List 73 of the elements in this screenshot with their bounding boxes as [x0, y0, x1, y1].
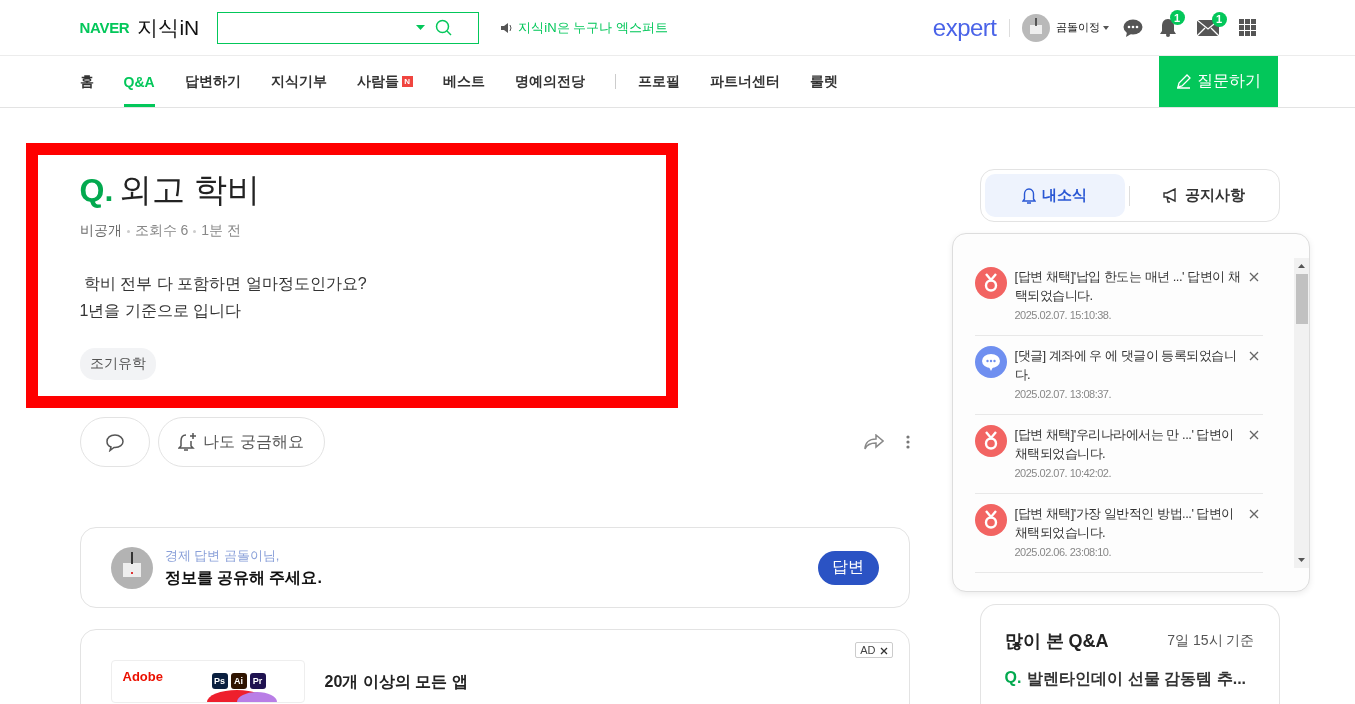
popular-question-link[interactable]: 발렌타인데이 선물 감동템 추... — [1027, 669, 1247, 690]
notification-time: 2025.02.07. 13:08:37. — [1014, 387, 1113, 402]
side-tab[interactable]: 공지사항 — [1134, 174, 1275, 217]
question-mark-label: Q. — [1004, 669, 1022, 688]
pencil-icon — [1175, 74, 1191, 89]
comment-button[interactable] — [79, 417, 150, 467]
avatar-icon — [110, 546, 153, 589]
chat-icon[interactable] — [1122, 18, 1143, 37]
speech-bubble-icon — [104, 432, 125, 452]
tag-chip[interactable]: 조기유학 — [79, 348, 156, 380]
question-body-line: 1년을 기준으로 입니다 — [79, 301, 243, 321]
notification-time: 2025.02.06. 23:08:10. — [1014, 545, 1113, 560]
new-badge: N — [401, 76, 413, 87]
service-logo[interactable]: 지식iN — [137, 13, 200, 42]
scrollbar-thumb[interactable] — [1295, 274, 1308, 324]
close-icon[interactable] — [1248, 351, 1259, 361]
answer-button[interactable]: 답변 — [817, 550, 879, 585]
question-title: 외고 학비 — [119, 169, 261, 210]
nav-tab[interactable]: 프로필 — [637, 56, 680, 107]
app-icon: Pr — [249, 673, 266, 689]
ad-image[interactable]: Adobe Ps Ai Pr — [110, 660, 305, 703]
nav-tab[interactable]: 홈 — [79, 56, 94, 107]
close-icon[interactable] — [1248, 430, 1259, 440]
nav-tab[interactable]: 파트너센터 — [709, 56, 780, 107]
expert-logo[interactable]: expert — [932, 13, 997, 42]
popular-title: 많이 본 Q&A — [1004, 630, 1109, 653]
ad-headline[interactable]: 20개 이상의 모든 앱 — [324, 672, 468, 693]
scrollbar[interactable] — [1293, 258, 1309, 568]
notification-text[interactable]: [답변 채택]'가장 일반적인 방법...' 답변이 채택되었습니다. — [1014, 504, 1241, 542]
medal-icon — [974, 504, 1007, 536]
question-body-line: 학비 전부 다 포함하면 얼마정도인가요? — [82, 274, 368, 294]
app-icon: Ai — [230, 673, 247, 689]
mail-badge: 1 — [1211, 11, 1227, 27]
nav-tab[interactable]: 사람들 N — [356, 56, 413, 107]
app-icon: Ps — [211, 673, 228, 689]
side-tab[interactable]: 내소식 — [984, 174, 1125, 217]
nav-tab[interactable]: 답변하기 — [184, 56, 241, 107]
notification-badge: 1 — [1169, 10, 1185, 25]
medal-icon — [974, 425, 1007, 457]
question-meta: 조회수 6 — [134, 222, 189, 240]
speaker-icon — [501, 22, 514, 33]
ad-brand-logo: Adobe — [122, 669, 163, 684]
ad-badge[interactable]: AD — [855, 642, 893, 658]
notification-text[interactable]: [답변 채택]'납입 한도는 매년 ...' 답변이 채택되었습니다. — [1014, 267, 1241, 305]
popular-basis: 7일 15시 기준 — [1167, 632, 1255, 650]
question-meta: 1분 전 — [201, 222, 241, 240]
prompt-message: 정보를 공유해 주세요. — [164, 567, 323, 588]
swirl-drawing — [206, 690, 277, 702]
notification-time: 2025.02.07. 10:42:02. — [1014, 466, 1113, 481]
notification-text[interactable]: [답변 채택]'우리나라에서는 만 ...' 답변이 채택되었습니다. — [1014, 425, 1241, 463]
bell-plus-icon — [178, 432, 198, 452]
caret-icon[interactable] — [1102, 25, 1109, 30]
nav-tab[interactable]: 명예의전당 — [514, 56, 585, 107]
speech-bubble-icon — [974, 346, 1007, 378]
question-mark-label: Q. — [79, 171, 114, 209]
user-menu[interactable]: 곰돌이정 — [1055, 20, 1109, 35]
nav-tab[interactable]: 지식기부 — [270, 56, 327, 107]
greeting-text: 경제 답변 곰돌이님, — [164, 546, 281, 565]
nav-tab[interactable]: 룰렛 — [809, 56, 838, 107]
share-icon[interactable] — [863, 434, 884, 450]
notification-time: 2025.02.07. 15:10:38. — [1014, 308, 1113, 323]
medal-icon — [974, 267, 1007, 299]
ad-card[interactable]: AD Adobe Ps Ai Pr 20개 이상의 모든 앱 — [79, 629, 910, 704]
apps-grid-icon[interactable] — [1238, 19, 1256, 36]
nav-tab[interactable]: 베스트 — [442, 56, 485, 107]
close-icon[interactable] — [1248, 509, 1259, 519]
more-icon[interactable] — [905, 435, 910, 449]
notification-text[interactable]: [댓글] 계좌에 우 에 댓글이 등록되었습니다. — [1014, 346, 1241, 384]
close-icon[interactable] — [879, 647, 888, 655]
question-meta: 비공개 — [79, 222, 122, 240]
curious-button[interactable]: 나도 궁금해요 — [157, 417, 325, 467]
bell-icon — [1022, 187, 1037, 204]
close-icon[interactable] — [1248, 272, 1259, 282]
